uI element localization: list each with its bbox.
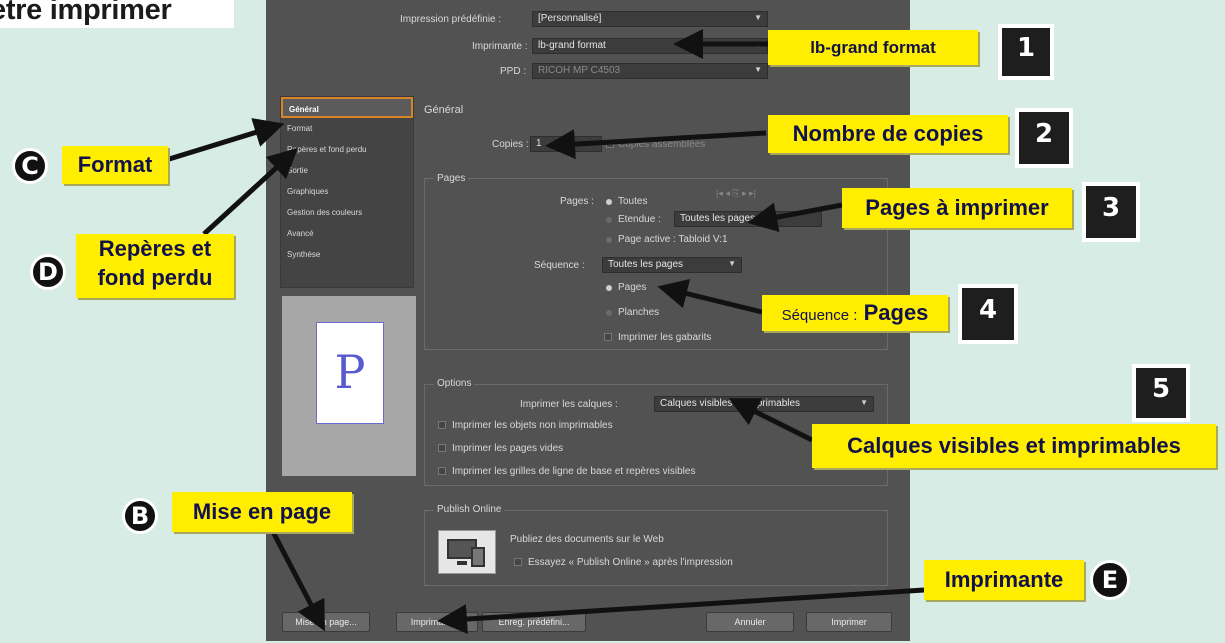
- callout-number-1: 1: [998, 24, 1054, 80]
- callout-layers: Calques visibles et imprimables: [812, 424, 1216, 468]
- arrow-b: [269, 528, 325, 632]
- arrow-e: [437, 587, 925, 635]
- callout-number-5: 5: [1132, 364, 1190, 422]
- callout-marks-bleed-line1: Repères et: [98, 236, 212, 261]
- callout-marks-bleed: Repères et fond perdu: [76, 234, 234, 298]
- callout-number-2: 2: [1015, 108, 1073, 168]
- arrow-5: [728, 398, 814, 443]
- callout-letter-b: B: [122, 498, 158, 534]
- callout-sequence: Séquence : Pages: [762, 295, 948, 331]
- callout-copies: Nombre de copies: [768, 115, 1008, 153]
- callout-letter-d: D: [30, 254, 66, 290]
- callout-page-setup: Mise en page: [172, 492, 352, 532]
- callout-letter-e: E: [1090, 560, 1130, 600]
- callout-sequence-small: Séquence :: [781, 307, 858, 324]
- callout-pages-to-print: Pages à imprimer: [842, 188, 1072, 228]
- arrow-d: [202, 147, 299, 236]
- callout-number-4: 4: [958, 284, 1018, 344]
- callout-letter-c: C: [12, 148, 48, 184]
- annotation-arrows: [165, 29, 925, 635]
- arrow-c: [165, 118, 285, 163]
- callout-sequence-big: Pages: [863, 300, 929, 325]
- arrow-4: [657, 278, 763, 315]
- callout-marks-bleed-line2: fond perdu: [97, 265, 213, 290]
- callout-printer-button: Imprimante: [924, 560, 1084, 600]
- arrow-2: [545, 129, 767, 160]
- callout-format: Format: [62, 146, 168, 184]
- callout-number-3: 3: [1082, 182, 1140, 242]
- arrow-3: [747, 202, 843, 232]
- callout-printer: lb-grand format: [768, 30, 978, 65]
